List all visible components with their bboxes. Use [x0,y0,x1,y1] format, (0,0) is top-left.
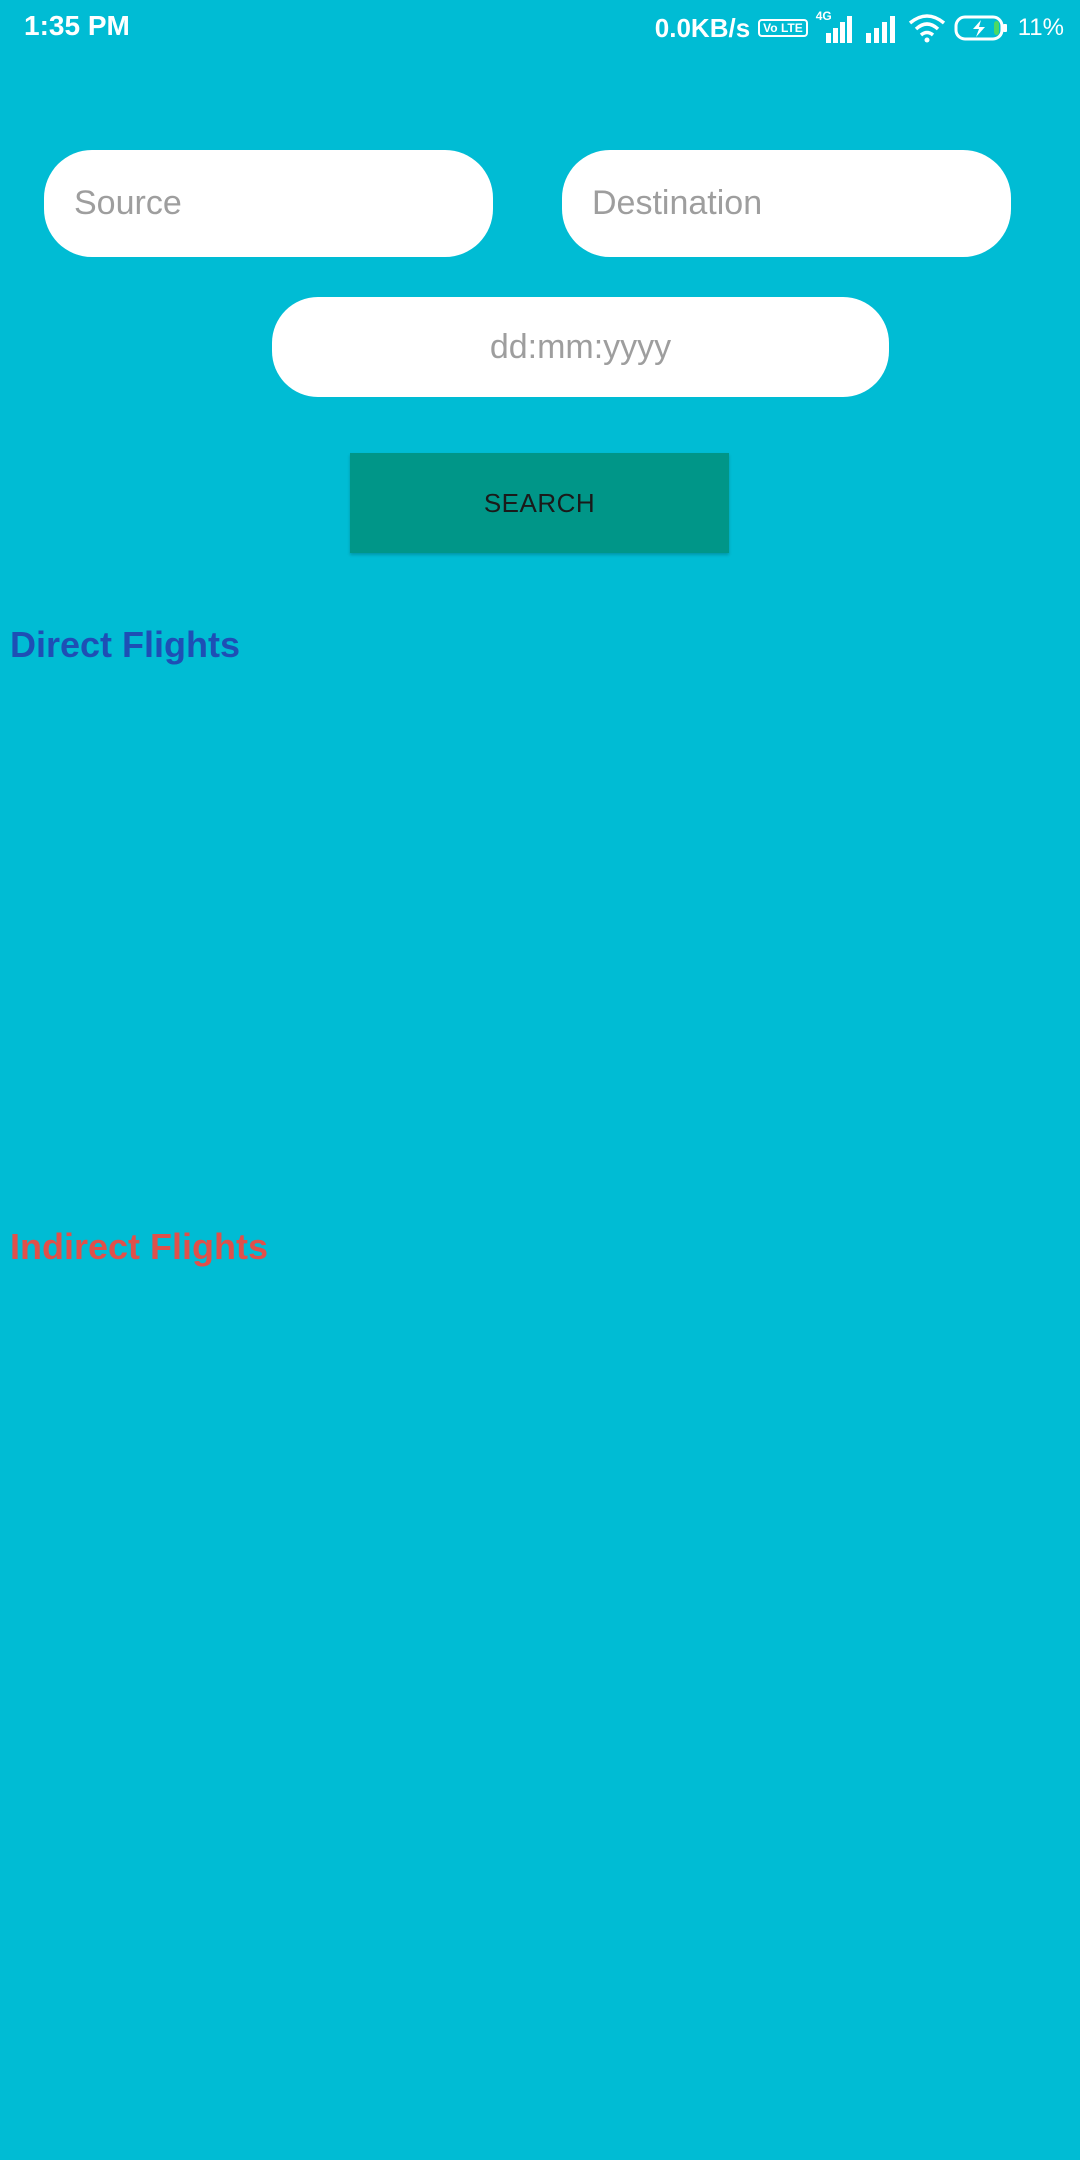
signal-icon [864,13,900,43]
status-time: 1:35 PM [24,10,130,41]
network-type-label: 4G [815,9,832,23]
battery-charging-icon [954,14,1010,42]
signal-icon: 4G [816,9,856,43]
direct-flights-list[interactable] [0,680,1080,1200]
battery-percent: 11% [1017,14,1064,41]
source-input[interactable] [44,150,493,257]
indirect-flights-title: Indirect Flights [10,1226,269,1267]
wifi-icon [908,13,946,43]
destination-input[interactable] [562,150,1011,257]
status-bar: 1:35 PM 0.0KB/s Vo LTE 4G 11% [0,0,1080,56]
status-icons: 0.0KB/s Vo LTE 4G 11% [654,9,1064,46]
volte-icon: Vo LTE [758,19,808,37]
direct-flights-title: Direct Flights [10,624,241,665]
date-input[interactable] [272,297,889,397]
search-button[interactable]: SEARCH [350,453,729,553]
indirect-flights-list[interactable] [0,1282,1080,2142]
network-speed: 0.0KB/s [654,12,751,43]
